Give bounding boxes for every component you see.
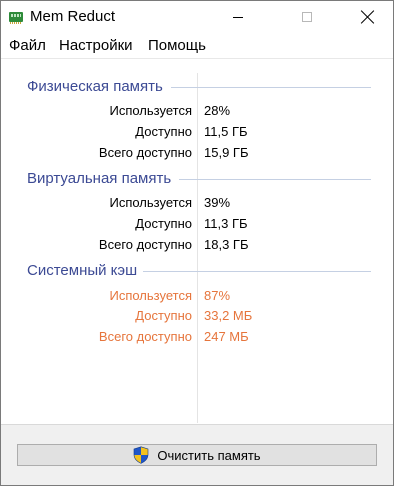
cache-available-label: Доступно <box>135 308 192 323</box>
clean-memory-button[interactable]: Очистить память <box>17 444 377 466</box>
system-cache-separator <box>143 271 371 272</box>
virtual-total-value: 18,3 ГБ <box>204 237 249 252</box>
title-bar[interactable]: Mem Reduct <box>1 1 393 33</box>
minimize-icon <box>233 16 243 18</box>
menu-bar: Файл Настройки Помощь <box>1 34 393 56</box>
cache-used-label: Используется <box>109 288 192 303</box>
virtual-used-label: Используется <box>109 195 192 210</box>
physical-available-value: 11,5 ГБ <box>204 124 248 139</box>
cache-total-label: Всего доступно <box>98 329 192 344</box>
window-title: Mem Reduct <box>30 8 116 25</box>
close-icon <box>361 10 375 24</box>
main-window: Mem Reduct Файл Настройки Помощь Физичес… <box>0 0 394 486</box>
cache-total-value: 247 МБ <box>204 329 249 344</box>
cache-used-value: 87% <box>204 288 231 303</box>
physical-used-label: Используется <box>109 103 192 118</box>
virtual-memory-separator <box>179 179 371 180</box>
column-divider <box>197 73 198 423</box>
virtual-available-value: 11,3 ГБ <box>204 216 248 231</box>
menu-file[interactable]: Файл <box>9 37 46 54</box>
maximize-button[interactable] <box>284 1 330 33</box>
physical-memory-title: Физическая память <box>27 78 163 95</box>
close-button[interactable] <box>345 1 391 33</box>
physical-memory-separator <box>171 87 371 88</box>
virtual-used-value: 39% <box>204 195 231 210</box>
menu-help[interactable]: Помощь <box>148 37 206 54</box>
system-cache-title: Системный кэш <box>27 262 138 279</box>
physical-total-label: Всего доступно <box>98 145 192 160</box>
cache-available-value: 33,2 МБ <box>204 308 253 323</box>
minimize-button[interactable] <box>215 1 261 33</box>
clean-memory-button-content: Очистить память <box>133 446 261 464</box>
clean-memory-label: Очистить память <box>157 447 261 463</box>
virtual-total-label: Всего доступно <box>98 237 192 252</box>
maximize-icon <box>302 12 312 22</box>
panel-divider <box>1 58 393 59</box>
app-icon <box>9 12 23 24</box>
physical-used-value: 28% <box>204 103 231 118</box>
virtual-available-label: Доступно <box>135 216 192 231</box>
footer-bar: Очистить память <box>1 424 393 485</box>
uac-shield-icon <box>134 446 149 464</box>
physical-available-label: Доступно <box>135 124 192 139</box>
virtual-memory-title: Виртуальная память <box>27 170 172 187</box>
menu-settings[interactable]: Настройки <box>59 37 133 54</box>
physical-total-value: 15,9 ГБ <box>204 145 249 160</box>
